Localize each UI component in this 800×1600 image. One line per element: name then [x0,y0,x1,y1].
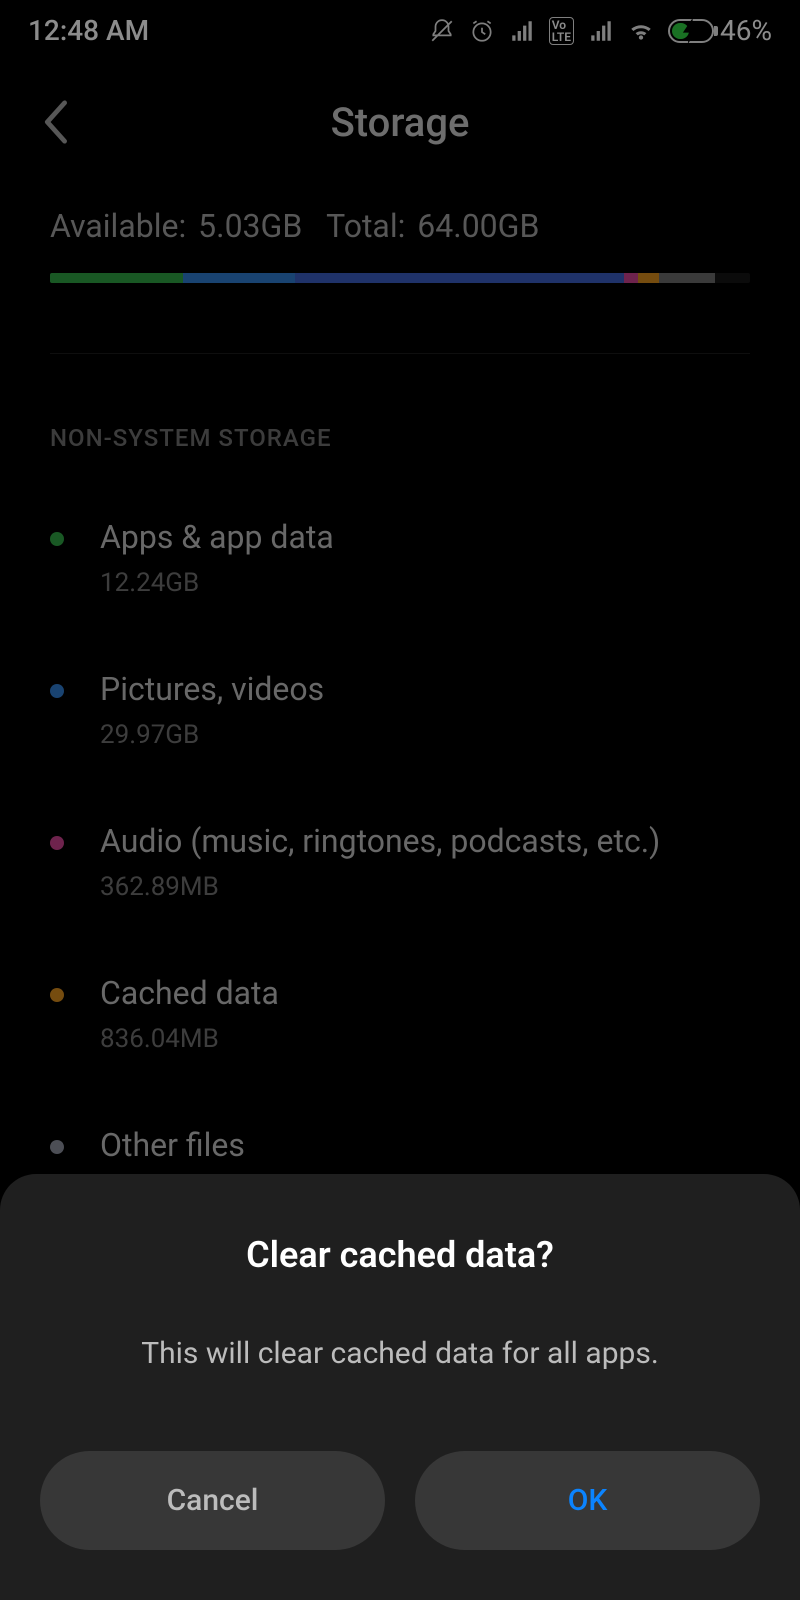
category-dot-icon [50,532,64,546]
item-title: Other files [100,1126,750,1164]
storage-bar-segment [624,273,638,283]
item-size: 29.97GB [100,720,750,750]
category-dot-icon [50,836,64,850]
dialog-message: This will clear cached data for all apps… [40,1336,760,1371]
battery-percent: 46% [720,14,772,47]
category-dot-icon [50,684,64,698]
list-item[interactable]: Audio (music, ringtones, podcasts, etc.)… [50,786,750,938]
alarm-icon [469,18,495,44]
cancel-button[interactable]: Cancel [40,1451,385,1550]
dialog-actions: Cancel OK [40,1451,760,1550]
list-item[interactable]: Cached data 836.04MB [50,938,750,1090]
storage-bar-segment [659,273,715,283]
list-item[interactable]: Apps & app data 12.24GB [50,482,750,634]
mute-icon [429,18,455,44]
storage-summary: Available: 5.03GB Total: 64.00GB [0,167,800,353]
volte-icon: VoLTE [549,17,574,45]
page-title: Storage [80,99,720,146]
storage-bar [50,273,750,283]
category-dot-icon [50,1140,64,1154]
item-size: 836.04MB [100,1024,750,1054]
storage-list: Apps & app data 12.24GB Pictures, videos… [0,482,800,1242]
battery-indicator: 46% [668,14,772,47]
back-button[interactable] [30,97,80,147]
summary-line: Available: 5.03GB Total: 64.00GB [50,207,750,245]
item-title: Audio (music, ringtones, podcasts, etc.) [100,822,750,860]
item-size: 362.89MB [100,872,750,902]
app-header: Storage [0,57,800,167]
status-bar: 12:48 AM VoLTE 46% [0,0,800,57]
item-title: Pictures, videos [100,670,750,708]
storage-bar-segment [715,273,750,283]
list-item[interactable]: Pictures, videos 29.97GB [50,634,750,786]
category-dot-icon [50,988,64,1002]
dialog-title: Clear cached data? [40,1234,760,1276]
dialog-sheet: Clear cached data? This will clear cache… [0,1174,800,1600]
item-size: 12.24GB [100,568,750,598]
item-title: Cached data [100,974,750,1012]
status-icons: VoLTE 46% [429,14,772,47]
storage-bar-segment [638,273,659,283]
storage-bar-segment [295,273,624,283]
signal-icon [509,18,535,44]
storage-bar-segment [50,273,183,283]
signal-icon-2 [588,18,614,44]
charging-icon [678,18,704,44]
chevron-left-icon [41,99,69,145]
item-title: Apps & app data [100,518,750,556]
storage-bar-segment [183,273,295,283]
ok-button[interactable]: OK [415,1451,760,1550]
wifi-icon [628,18,654,44]
section-label: NON-SYSTEM STORAGE [0,354,800,482]
status-time: 12:48 AM [28,14,149,47]
